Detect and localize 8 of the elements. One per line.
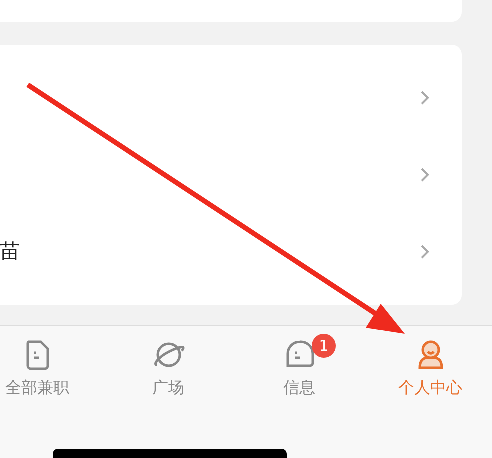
chevron-right-icon: [420, 166, 430, 182]
tab[interactable]: 个人中心: [365, 338, 492, 399]
menu-item-label[interactable]: 苗: [0, 238, 20, 265]
chevron-right-icon: [420, 244, 430, 260]
unread-badge: 1: [312, 334, 336, 358]
tab[interactable]: 全部兼职: [0, 338, 103, 399]
tab[interactable]: 广场: [103, 338, 234, 399]
chevron-right-icon: [420, 90, 430, 106]
